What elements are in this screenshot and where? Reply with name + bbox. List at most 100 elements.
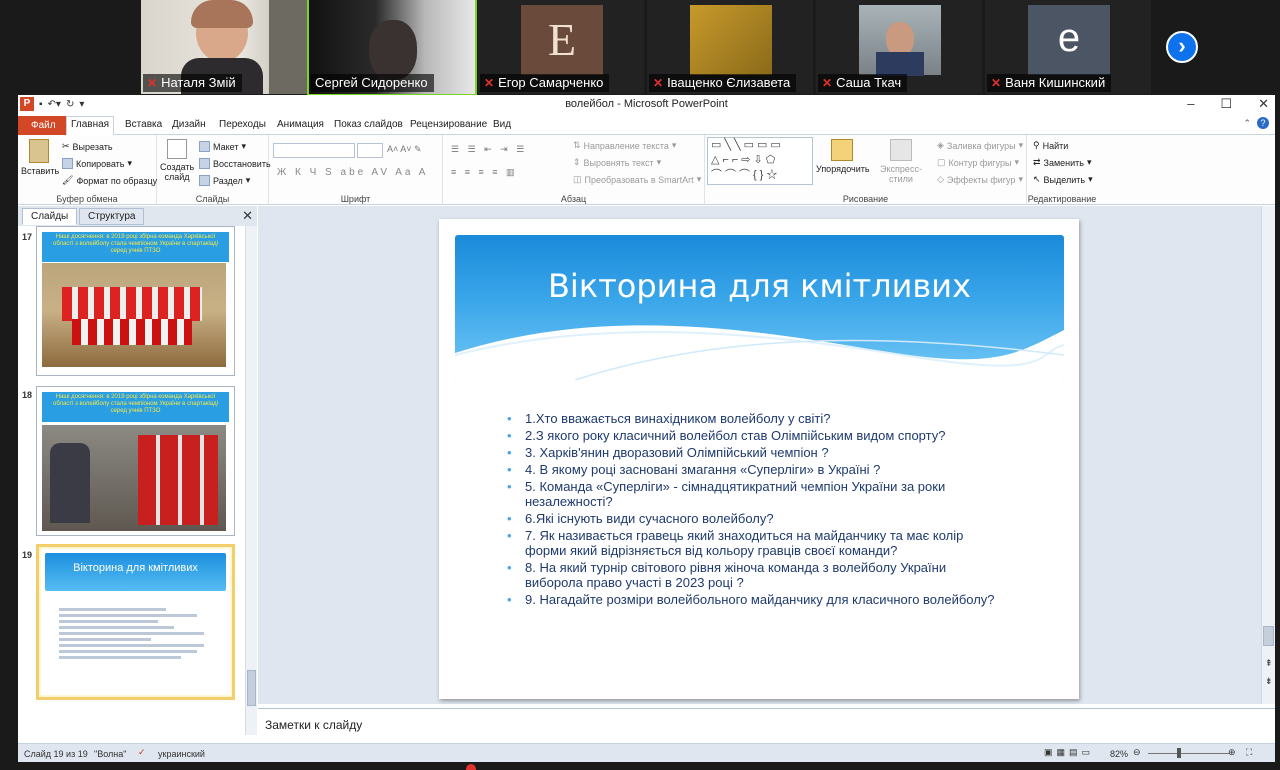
- next-slide-icon[interactable]: ⇟: [1265, 676, 1273, 687]
- align-text-button[interactable]: ⇕ Выровнять текст ▾: [573, 157, 661, 168]
- participant-tile[interactable]: ✕ Наталя Змій: [141, 0, 307, 94]
- zoom-level[interactable]: 82%: [1110, 749, 1128, 759]
- quick-styles-button[interactable]: Экспресс-стили: [870, 139, 932, 184]
- question-item: 1.Хто вважається винахідником волейболу …: [507, 411, 1007, 426]
- paste-icon: [29, 139, 49, 163]
- font-name-combo[interactable]: [273, 143, 355, 158]
- tab-view[interactable]: Вид: [489, 117, 515, 135]
- smartart-label: Преобразовать в SmartArt: [584, 174, 694, 185]
- new-slide-label-2: слайд: [164, 172, 190, 182]
- chevron-right-icon: ›: [1178, 33, 1186, 58]
- slides-pane: Слайды Структура ✕ 17 Наші досягнення: в…: [18, 206, 257, 735]
- group-paragraph: ☰ ☰ ⇤ ⇥ ☰ ≡ ≡ ≡ ≡ ▥ ⇅ Направление текста ▾…: [443, 135, 705, 205]
- scrollbar-thumb[interactable]: [1263, 626, 1274, 646]
- cut-button[interactable]: ✂ Вырезать: [62, 141, 113, 152]
- view-buttons[interactable]: ▣▦▤▭: [1044, 747, 1094, 758]
- participant-tile[interactable]: ✕ Саша Ткач: [816, 0, 982, 94]
- tab-review[interactable]: Рецензирование: [406, 117, 491, 135]
- group-label: Абзац: [560, 194, 587, 204]
- previous-slide-icon[interactable]: ⇞: [1265, 658, 1273, 669]
- participant-tile[interactable]: e ✕ Ваня Кишинский: [985, 0, 1151, 94]
- close-pane-icon[interactable]: ✕: [242, 208, 253, 224]
- tab-insert[interactable]: Вставка: [121, 117, 166, 135]
- maximize-button[interactable]: ☐: [1220, 96, 1232, 112]
- notes-placeholder: Заметки к слайду: [265, 718, 363, 732]
- participant-tile-active[interactable]: Сергей Сидоренко: [307, 0, 477, 96]
- scrollbar-thumb[interactable]: [247, 670, 256, 706]
- copy-label: Копировать: [76, 158, 125, 169]
- find-button[interactable]: ⚲ Найти: [1033, 140, 1068, 151]
- tab-design[interactable]: Дизайн: [168, 117, 210, 135]
- zoom-in-icon[interactable]: ⊕: [1228, 747, 1236, 758]
- smartart-icon: ◫: [573, 174, 582, 184]
- slide-scrollbar[interactable]: ⇞ ⇟: [1261, 206, 1275, 704]
- reset-button[interactable]: Восстановить: [199, 158, 271, 169]
- paste-button[interactable]: Вставить: [21, 139, 59, 176]
- align-buttons[interactable]: ≡ ≡ ≡ ≡ ▥: [451, 167, 518, 178]
- font-size-buttons[interactable]: A˄ A˅ ✎: [387, 144, 422, 155]
- tab-outline[interactable]: Структура: [79, 208, 145, 225]
- slide-thumbnail-19[interactable]: Вікторина для кмітливих: [36, 544, 235, 700]
- new-slide-button[interactable]: Создать слайд: [160, 139, 194, 182]
- scissors-icon: ✂: [62, 141, 70, 151]
- help-icon[interactable]: ?: [1257, 117, 1269, 129]
- group-label: Рисование: [842, 194, 889, 204]
- format-painter-button[interactable]: 🖌 Формат по образцу: [62, 175, 157, 186]
- smartart-button[interactable]: ◫ Преобразовать в SmartArt ▾: [573, 174, 701, 185]
- mic-muted-icon: ✕: [484, 76, 495, 90]
- font-size-combo[interactable]: [357, 143, 383, 158]
- tab-transitions[interactable]: Переходы: [215, 117, 270, 135]
- replace-button[interactable]: ⇄ Заменить ▾: [1033, 157, 1092, 168]
- spellcheck-icon[interactable]: ✓: [138, 747, 146, 758]
- thumbnails-scrollbar[interactable]: [245, 226, 257, 735]
- shape-fill-button[interactable]: ◈ Заливка фигуры ▾: [937, 140, 1023, 151]
- layout-icon: [199, 141, 210, 152]
- tab-slideshow[interactable]: Показ слайдов: [330, 117, 407, 135]
- window-controls: – ☐ ✕: [1187, 96, 1269, 112]
- new-slide-label: Создать: [160, 162, 195, 172]
- font-style-buttons[interactable]: Ж К Ч S abe AV Aa A: [277, 167, 428, 178]
- slide-title: Вікторина для кмітливих: [547, 267, 972, 305]
- arrange-button[interactable]: Упорядочить: [816, 139, 870, 174]
- select-button[interactable]: ↖ Выделить ▾: [1033, 174, 1093, 185]
- zoom-out-icon[interactable]: ⊖: [1133, 747, 1141, 758]
- tab-animations[interactable]: Анимация: [273, 117, 328, 135]
- zoom-slider-thumb[interactable]: [1177, 748, 1181, 758]
- minimize-button[interactable]: –: [1187, 96, 1194, 112]
- question-item: 3. Харків'янин дворазовий Олімпійський ч…: [507, 445, 1007, 460]
- participant-tile[interactable]: ✕ Іващенко Єлизавета: [647, 0, 813, 94]
- section-button[interactable]: Раздел ▾: [199, 175, 250, 186]
- current-slide[interactable]: Вікторина для кмітливих 1.Хто вважається…: [439, 219, 1079, 699]
- layout-button[interactable]: Макет ▾: [199, 141, 246, 152]
- copy-button[interactable]: Копировать ▾: [62, 158, 132, 169]
- thumbnail-caption: Наші досягнення: в 2019 році збірна кома…: [42, 232, 229, 262]
- shapes-gallery[interactable]: ▭╲╲▭▭▭ △⌐⌐⇨⇩⬠ ⌒⌒⌒{}☆: [707, 137, 813, 185]
- shape-effects-button[interactable]: ◇ Эффекты фигур ▾: [937, 174, 1023, 185]
- notes-area[interactable]: Заметки к слайду: [258, 708, 1275, 735]
- slide-thumbnail-17[interactable]: Наші досягнення: в 2019 році збірна кома…: [36, 226, 235, 376]
- tab-home[interactable]: Главная: [66, 116, 115, 136]
- tab-slides[interactable]: Слайды: [22, 208, 78, 225]
- participant-tile[interactable]: E ✕ Егор Самарченко: [478, 0, 644, 94]
- language[interactable]: украинский: [158, 749, 205, 759]
- replace-label: Заменить: [1043, 157, 1084, 168]
- quick-styles-icon: [890, 139, 912, 161]
- fit-to-window-icon[interactable]: ⛶: [1246, 747, 1252, 758]
- replace-icon: ⇄: [1033, 157, 1041, 167]
- thumbnail-title: Вікторина для кмітливих: [45, 553, 226, 591]
- tab-file[interactable]: Файл: [18, 116, 69, 135]
- align-text-icon: ⇕: [573, 157, 581, 167]
- slide-thumbnail-18[interactable]: Наші досягнення: в 2019 році збірна кома…: [36, 386, 235, 536]
- slide-counter: Слайд 19 из 19: [24, 749, 88, 759]
- pane-tabs: Слайды Структура ✕: [18, 206, 257, 226]
- team-photo: [42, 263, 226, 367]
- shape-outline-button[interactable]: ▢ Контур фигуры ▾: [937, 157, 1019, 168]
- avatar: e: [1028, 5, 1110, 75]
- close-button[interactable]: ✕: [1258, 96, 1269, 112]
- text-direction-button[interactable]: ⇅ Направление текста ▾: [573, 140, 676, 151]
- group-slides: Создать слайд Макет ▾ Восстановить Раздел…: [157, 135, 271, 205]
- zoom-slider[interactable]: [1148, 753, 1230, 754]
- list-buttons[interactable]: ☰ ☰ ⇤ ⇥ ☰: [451, 144, 527, 155]
- next-page-button[interactable]: ›: [1166, 31, 1198, 63]
- collapse-ribbon-icon[interactable]: ⌃: [1243, 118, 1251, 129]
